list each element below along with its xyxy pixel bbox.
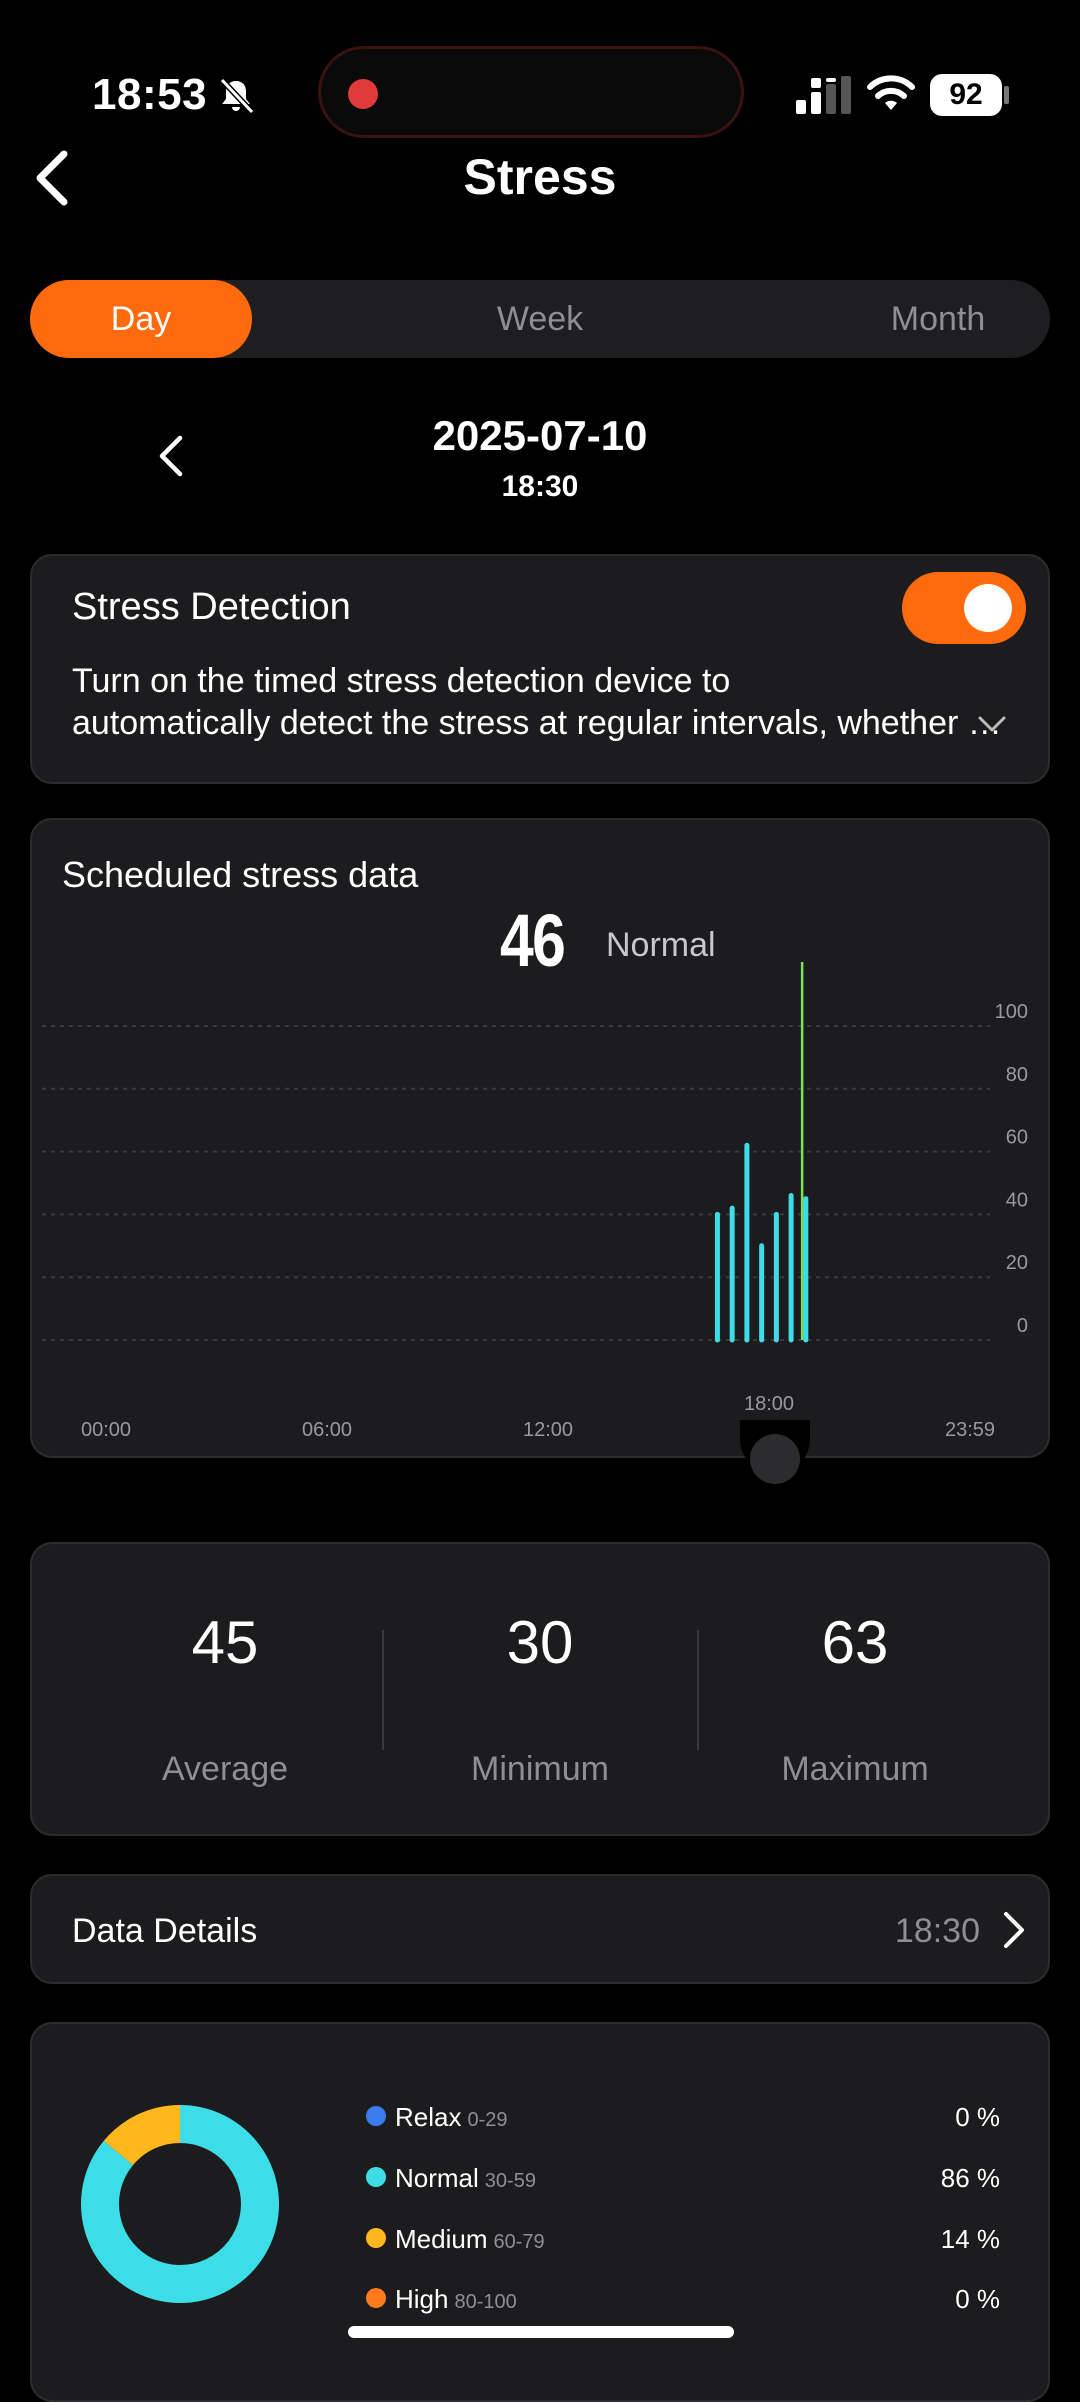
data-details-time: 18:30 (894, 1912, 980, 1950)
description-line-1: Turn on the timed stress detection devic… (72, 662, 731, 700)
y-tick-label: 0 (1017, 1315, 1028, 1337)
legend-range: 0-29 (467, 2109, 508, 2131)
stress-detection-description[interactable]: Turn on the timed stress detection devic… (72, 660, 1012, 744)
recording-indicator-icon (348, 79, 378, 109)
legend-color-dot (366, 2288, 386, 2308)
legend-item: Normal 30-59 (395, 2163, 536, 2194)
legend-percent: 0 % (955, 2102, 1000, 2132)
cellular-signal-icon (796, 76, 851, 114)
maximum-value: 63 (821, 1609, 889, 1676)
legend-color-dot (366, 2228, 386, 2248)
y-tick-label: 80 (1006, 1064, 1028, 1086)
y-tick-label: 100 (995, 1001, 1028, 1023)
legend-range: 80-100 (454, 2291, 517, 2313)
x-tick-label: 18:00 (744, 1393, 794, 1415)
tab-week[interactable]: Week (440, 280, 640, 358)
donut-segment (103, 2105, 181, 2166)
description-line-2: automatically detect the stress at regul… (72, 704, 1012, 742)
legend-name: Normal (395, 2163, 479, 2193)
status-time: 18:53 (92, 70, 208, 119)
legend-range: 60-79 (493, 2231, 545, 2253)
stress-distribution-donut (81, 2105, 279, 2303)
legend-color-dot (366, 2106, 386, 2126)
legend-range: 30-59 (484, 2170, 536, 2192)
data-details-label: Data Details (72, 1912, 258, 1950)
tab-month[interactable]: Month (838, 280, 1038, 358)
legend-percent: 14 % (940, 2224, 1000, 2254)
tab-day[interactable]: Day (30, 280, 252, 358)
x-tick-label: 12:00 (523, 1419, 573, 1441)
minimum-value: 30 (506, 1609, 574, 1676)
legend-name: Relax (395, 2102, 462, 2132)
legend-name: High (395, 2284, 449, 2314)
selected-time: 18:30 (501, 470, 579, 503)
stress-bar-chart[interactable]: 100 80 60 40 20 0 00:00 06:00 12:00 18:00 23:59 (30, 940, 1050, 1450)
maximum-label: Maximum (781, 1750, 929, 1788)
wifi-icon (867, 75, 915, 110)
battery-indicator: 92 (930, 74, 1002, 116)
stress-summary-card (30, 1542, 1050, 1836)
legend-item: Medium 60-79 (395, 2224, 545, 2255)
legend-item: Relax 0-29 (395, 2102, 508, 2133)
y-tick-label: 60 (1006, 1127, 1028, 1149)
x-tick-label: 00:00 (81, 1419, 131, 1441)
toggle-knob (964, 584, 1012, 632)
chevron-right-icon (1004, 1912, 1024, 1948)
bell-muted-icon (219, 77, 255, 115)
legend-percent: 0 % (955, 2284, 1000, 2314)
y-tick-label: 40 (1006, 1189, 1028, 1211)
average-value: 45 (191, 1609, 259, 1676)
timeline-scrub-handle[interactable] (750, 1434, 800, 1484)
stress-detection-title: Stress Detection (72, 586, 351, 628)
battery-tip (1004, 86, 1009, 104)
legend-item: High 80-100 (395, 2284, 517, 2315)
x-tick-label: 06:00 (302, 1419, 352, 1441)
legend-color-dot (366, 2167, 386, 2187)
page-title: Stress (463, 149, 617, 205)
legend-percent: 86 % (940, 2163, 1000, 2193)
chart-title: Scheduled stress data (62, 854, 419, 895)
selected-date: 2025-07-10 (432, 412, 648, 459)
home-indicator[interactable] (348, 2326, 734, 2338)
x-tick-label: 23:59 (945, 1419, 995, 1441)
y-tick-label: 20 (1006, 1252, 1028, 1274)
minimum-label: Minimum (471, 1750, 609, 1788)
average-label: Average (161, 1750, 289, 1788)
dynamic-island (318, 46, 744, 138)
legend-name: Medium (395, 2224, 488, 2254)
chevron-down-icon[interactable] (976, 710, 1008, 738)
